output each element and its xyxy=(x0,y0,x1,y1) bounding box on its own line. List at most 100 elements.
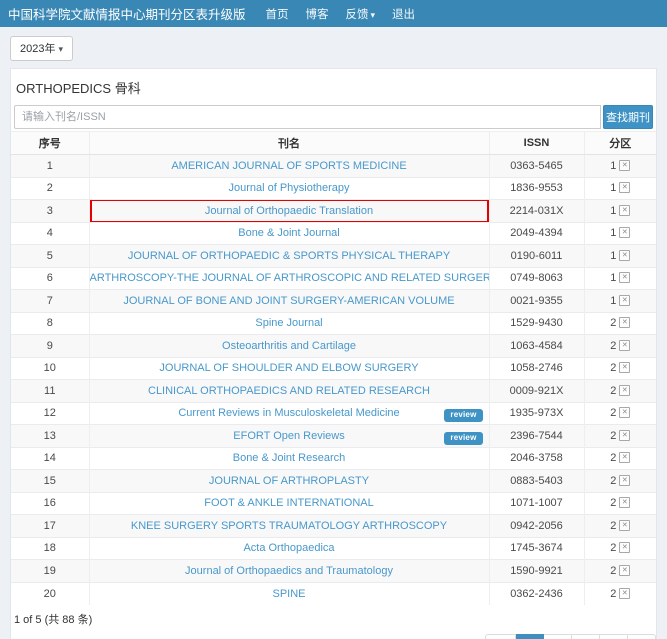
table-row: 5JOURNAL OF ORTHOPAEDIC & SPORTS PHYSICA… xyxy=(11,245,656,268)
column-header-issn: ISSN xyxy=(489,132,584,155)
journal-name-cell: CLINICAL ORTHOPAEDICS AND RELATED RESEAR… xyxy=(89,380,489,403)
broken-image-glyph: ✕ xyxy=(620,228,629,237)
partition-value: 1 xyxy=(610,160,616,172)
journal-name-cell: EFORT Open Reviewsreview xyxy=(89,425,489,448)
journal-link[interactable]: JOURNAL OF SHOULDER AND ELBOW SURGERY xyxy=(159,362,418,374)
journal-link[interactable]: Bone & Joint Research xyxy=(233,452,346,464)
nav-item-label: 反馈 xyxy=(346,9,369,21)
issn-value: 1058-2746 xyxy=(489,357,584,380)
journal-name-cell: JOURNAL OF SHOULDER AND ELBOW SURGERY xyxy=(89,357,489,380)
broken-image-icon: ✕ xyxy=(619,227,630,238)
partition-value: 2 xyxy=(610,407,616,419)
nav-item-2[interactable]: 反馈▾ xyxy=(346,9,376,21)
journal-link[interactable]: Bone & Joint Journal xyxy=(238,227,340,239)
year-dropdown-button[interactable]: 2023年▾ xyxy=(10,36,73,61)
journal-link[interactable]: SPINE xyxy=(272,588,305,600)
column-header-index: 序号 xyxy=(11,132,89,155)
issn-value: 0362-2436 xyxy=(489,582,584,605)
row-index: 10 xyxy=(11,357,89,380)
journal-link[interactable]: JOURNAL OF BONE AND JOINT SURGERY-AMERIC… xyxy=(123,295,454,307)
broken-image-icon: ✕ xyxy=(619,160,630,171)
journal-name-cell: AMERICAN JOURNAL OF SPORTS MEDICINE xyxy=(89,155,489,178)
row-index: 1 xyxy=(11,155,89,178)
review-badge: review xyxy=(444,409,482,422)
journal-name-cell: JOURNAL OF ARTHROPLASTY xyxy=(89,470,489,493)
top-navbar: 中国科学院文献情报中心期刊分区表升级版 首页 博客 反馈▾ 退出 xyxy=(0,0,667,27)
journal-link[interactable]: JOURNAL OF ORTHOPAEDIC & SPORTS PHYSICAL… xyxy=(128,250,450,262)
nav-item-0[interactable]: 首页 xyxy=(266,9,289,21)
journal-name-cell: SPINE xyxy=(89,582,489,605)
row-index: 3 xyxy=(11,200,89,223)
column-header-partition: 分区 xyxy=(584,132,656,155)
journal-link[interactable]: CLINICAL ORTHOPAEDICS AND RELATED RESEAR… xyxy=(148,385,430,397)
issn-value: 1529-9430 xyxy=(489,312,584,335)
broken-image-glyph: ✕ xyxy=(620,476,629,485)
broken-image-glyph: ✕ xyxy=(620,273,629,282)
partition-cell: 2✕ xyxy=(584,492,656,515)
issn-value: 0009-921X xyxy=(489,380,584,403)
site-title[interactable]: 中国科学院文献情报中心期刊分区表升级版 xyxy=(8,4,246,23)
issn-value: 0942-2056 xyxy=(489,515,584,538)
issn-value: 2396-7544 xyxy=(489,425,584,448)
journal-link[interactable]: Journal of Orthopaedic Translation xyxy=(205,205,373,217)
pagination-button-4[interactable]: 4 xyxy=(600,634,628,639)
pagination-button-«[interactable]: « xyxy=(485,634,516,639)
journal-name-cell: JOURNAL OF ORTHOPAEDIC & SPORTS PHYSICAL… xyxy=(89,245,489,268)
category-title: ORTHOPEDICS 骨科 xyxy=(11,69,656,105)
partition-cell: 1✕ xyxy=(584,200,656,223)
broken-image-icon: ✕ xyxy=(619,542,630,553)
nav-item-label: 博客 xyxy=(306,9,329,21)
pagination-button-2[interactable]: 2 xyxy=(544,634,572,639)
journal-link[interactable]: Spine Journal xyxy=(255,317,322,329)
page-content: 2023年▾ ORTHOPEDICS 骨科 查找期刊 序号 刊名 ISSN 分区… xyxy=(0,27,667,639)
nav-item-1[interactable]: 博客 xyxy=(306,9,329,21)
broken-image-icon: ✕ xyxy=(619,475,630,486)
pagination-button-1[interactable]: 1 xyxy=(516,634,544,639)
journal-name-cell: Spine Journal xyxy=(89,312,489,335)
search-button[interactable]: 查找期刊 xyxy=(603,105,653,129)
journal-link[interactable]: Osteoarthritis and Cartilage xyxy=(222,340,356,352)
search-input[interactable] xyxy=(14,105,601,129)
partition-value: 2 xyxy=(610,385,616,397)
broken-image-glyph: ✕ xyxy=(620,318,629,327)
broken-image-glyph: ✕ xyxy=(620,521,629,530)
partition-value: 1 xyxy=(610,272,616,284)
issn-value: 0363-5465 xyxy=(489,155,584,178)
partition-value: 1 xyxy=(610,250,616,262)
table-row: 18Acta Orthopaedica1745-36742✕ xyxy=(11,537,656,560)
issn-value: 2049-4394 xyxy=(489,222,584,245)
page-info: 1 of 5 (共 88 条) xyxy=(11,605,656,633)
journal-link[interactable]: Acta Orthopaedica xyxy=(243,542,334,554)
row-index: 17 xyxy=(11,515,89,538)
journal-link[interactable]: FOOT & ANKLE INTERNATIONAL xyxy=(204,497,374,509)
caret-down-icon: ▾ xyxy=(58,44,63,54)
partition-cell: 2✕ xyxy=(584,515,656,538)
journal-link[interactable]: JOURNAL OF ARTHROPLASTY xyxy=(209,475,369,487)
journal-link[interactable]: Journal of Physiotherapy xyxy=(228,182,349,194)
journal-link[interactable]: AMERICAN JOURNAL OF SPORTS MEDICINE xyxy=(171,160,406,172)
journal-link[interactable]: ARTHROSCOPY-THE JOURNAL OF ARTHROSCOPIC … xyxy=(90,272,490,284)
table-row: 8Spine Journal1529-94302✕ xyxy=(11,312,656,335)
journal-link[interactable]: EFORT Open Reviews xyxy=(233,430,344,442)
journal-name-cell: KNEE SURGERY SPORTS TRAUMATOLOGY ARTHROS… xyxy=(89,515,489,538)
journal-link[interactable]: Current Reviews in Musculoskeletal Medic… xyxy=(178,407,399,419)
broken-image-icon: ✕ xyxy=(619,452,630,463)
issn-value: 0190-6011 xyxy=(489,245,584,268)
partition-value: 2 xyxy=(610,475,616,487)
nav-item-3[interactable]: 退出 xyxy=(392,9,415,21)
issn-value: 1836-9553 xyxy=(489,177,584,200)
partition-cell: 1✕ xyxy=(584,155,656,178)
row-index: 12 xyxy=(11,402,89,425)
row-index: 8 xyxy=(11,312,89,335)
journal-name-cell: FOOT & ANKLE INTERNATIONAL xyxy=(89,492,489,515)
journal-link[interactable]: KNEE SURGERY SPORTS TRAUMATOLOGY ARTHROS… xyxy=(131,520,447,532)
broken-image-glyph: ✕ xyxy=(620,589,629,598)
partition-value: 2 xyxy=(610,497,616,509)
pagination-button-3[interactable]: 3 xyxy=(572,634,600,639)
search-bar: 查找期刊 xyxy=(14,105,653,129)
column-header-name: 刊名 xyxy=(89,132,489,155)
partition-cell: 2✕ xyxy=(584,537,656,560)
broken-image-icon: ✕ xyxy=(619,385,630,396)
journal-link[interactable]: Journal of Orthopaedics and Traumatology xyxy=(185,565,393,577)
pagination-button-»[interactable]: » xyxy=(628,634,656,639)
